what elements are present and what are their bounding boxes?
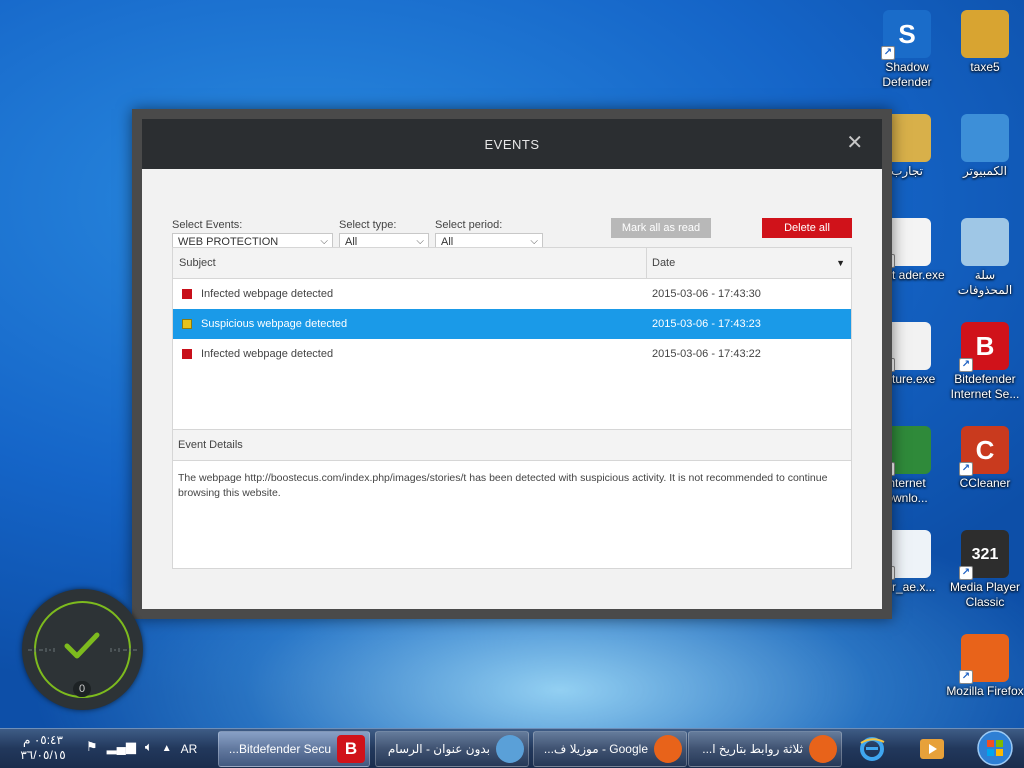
taskbar-button[interactable]: بدون عنوان - الرسام (375, 731, 529, 767)
network-signal-icon[interactable]: ▂▄▆ (107, 739, 136, 759)
desktop-icon-label: taxe5 (970, 60, 1000, 74)
start-button[interactable] (975, 729, 1015, 767)
taskbar-button[interactable]: ثلاثة روابط بتاريخ ا... (688, 731, 842, 767)
taskbar-clock[interactable]: ٠٥:٤٣ م ٣٦/٠٥/١٥ (8, 733, 78, 763)
chevron-down-icon: ⌵ (320, 236, 328, 247)
events-dialog: EVENTS ✕ Select Events: WEB PROTECTION ⌵… (142, 119, 882, 609)
desktop-icon-label: Shadow Defender (882, 60, 932, 89)
table-header: Subject Date ▼ (173, 248, 851, 279)
paint-icon (496, 735, 524, 763)
input-language-indicator[interactable]: AR (181, 739, 198, 759)
table-body: Infected webpage detected 2015-03-06 - 17… (173, 279, 851, 369)
shortcut-arrow-icon: ↗ (959, 566, 973, 580)
desktop-icon-label: الكمبيوتر (963, 164, 1007, 178)
desktop-icon-computer[interactable]: الكمبيوتر (946, 114, 1024, 179)
desktop-icon-bitdefender[interactable]: B ↗ Bitdefender Internet Se... (946, 322, 1024, 402)
severity-indicator (182, 289, 192, 299)
shortcut-arrow-icon: ↗ (959, 462, 973, 476)
event-details-header: Event Details (173, 430, 851, 461)
desktop-icon-label: Bitdefender Internet Se... (950, 372, 1020, 401)
action-center-flag-icon[interactable]: ⚑ (86, 739, 98, 759)
row-date: 2015-03-06 - 17:43:23 (652, 318, 761, 330)
checkmark-icon (64, 632, 100, 659)
desktop-icon-ccleaner[interactable]: C ↗ CCleaner (946, 426, 1024, 491)
shortcut-arrow-icon: ↗ (959, 358, 973, 372)
folder-icon (961, 10, 1009, 58)
firefox-icon (809, 735, 837, 763)
firefox-icon: ↗ (959, 634, 1009, 684)
row-subject: Suspicious webpage detected (201, 318, 348, 330)
desktop-icon-label: Media Player Classic (949, 580, 1021, 609)
tray-expand-icon[interactable]: ▲ (162, 739, 172, 759)
table-row[interactable]: Infected webpage detected 2015-03-06 - 17… (173, 279, 851, 309)
events-table: Subject Date ▼ Infected webpage detected… (172, 247, 852, 430)
event-details-panel: Event Details The webpage http://boostec… (172, 430, 852, 569)
desktop-icon-recycle[interactable]: سلة المحذوفات (946, 218, 1024, 298)
taskbar-button[interactable]: Google - موزيلا ف... (533, 731, 687, 767)
bitdefender-taskbar-icon: B (337, 735, 365, 763)
events-filter-label: Select Events: (172, 219, 243, 231)
severity-indicator (182, 319, 192, 329)
recycle-bin-icon (961, 218, 1009, 266)
dialog-title: EVENTS (484, 136, 540, 152)
clock-time: ٠٥:٤٣ م (23, 733, 63, 747)
shortcut-arrow-icon: ↗ (959, 670, 973, 684)
dialog-header: EVENTS ✕ (142, 119, 882, 169)
mark-all-read-button[interactable]: Mark all as read (611, 218, 711, 238)
volume-icon[interactable]: 🔈︎ (145, 739, 153, 759)
desktop-icon-shadow-defender[interactable]: S ↗ Shadow Defender (868, 10, 946, 90)
column-header-date-label: Date (652, 257, 676, 269)
desktop-icon-mpc[interactable]: 321 ↗ Media Player Classic (946, 530, 1024, 610)
computer-icon (961, 114, 1009, 162)
severity-indicator (182, 349, 192, 359)
row-subject: Infected webpage detected (201, 288, 334, 300)
taskbar-button-title: Bitdefender Secu... (228, 742, 331, 756)
taskbar-button-title: Google - موزيلا ف... (543, 742, 648, 756)
filters-bar: Select Events: WEB PROTECTION ⌵ Select t… (172, 219, 852, 252)
delete-all-button[interactable]: Delete all (762, 218, 852, 238)
table-row[interactable]: Infected webpage detected 2015-03-06 - 17… (173, 339, 851, 369)
taskbar-button-title: بدون عنوان - الرسام (387, 742, 490, 756)
security-status-widget[interactable]: 0 (22, 589, 143, 710)
media-player-pin-icon[interactable] (912, 732, 952, 766)
desktop-icon-firefox[interactable]: ↗ Mozilla Firefox (946, 634, 1024, 699)
table-row[interactable]: Suspicious webpage detected 2015-03-06 - … (173, 309, 851, 339)
taskbar: ٠٥:٤٣ م ٣٦/٠٥/١٥ ⚑ ▂▄▆ 🔈︎ ▲ AR Bitdefend… (0, 728, 1024, 768)
ccleaner-icon: C ↗ (959, 426, 1009, 476)
firefox-icon (654, 735, 682, 763)
desktop-icon-label: سلة المحذوفات (957, 268, 1013, 297)
desktop-icon-taxe5[interactable]: taxe5 (946, 10, 1024, 75)
row-date: 2015-03-06 - 17:43:22 (652, 348, 761, 360)
sort-down-icon[interactable]: ▼ (836, 258, 845, 268)
row-date: 2015-03-06 - 17:43:30 (652, 288, 761, 300)
chevron-down-icon: ⌵ (530, 236, 538, 247)
shadow-defender-icon: S ↗ (881, 10, 931, 60)
type-filter-label: Select type: (339, 219, 397, 231)
taskbar-button-title: ثلاثة روابط بتاريخ ا... (702, 742, 803, 756)
period-filter-label: Select period: (435, 219, 503, 231)
shortcut-arrow-icon: ↗ (881, 46, 895, 60)
column-header-subject[interactable]: Subject (173, 248, 647, 278)
desktop-icon-label: Mozilla Firefox (946, 684, 1024, 698)
media-player-icon: 321 ↗ (959, 530, 1009, 580)
bitdefender-icon: B ↗ (959, 322, 1009, 372)
taskbar-button[interactable]: Bitdefender Secu... B (218, 731, 370, 767)
events-dialog-frame: EVENTS ✕ Select Events: WEB PROTECTION ⌵… (132, 109, 892, 619)
row-subject: Infected webpage detected (201, 348, 334, 360)
internet-explorer-icon[interactable] (852, 732, 892, 766)
column-header-date[interactable]: Date ▼ (647, 248, 851, 278)
event-details-text: The webpage http://boostecus.com/index.p… (178, 472, 828, 499)
close-icon[interactable]: ✕ (846, 133, 864, 153)
desktop-icon-label: CCleaner (959, 476, 1011, 490)
notification-count-badge: 0 (73, 681, 91, 697)
system-tray: ⚑ ▂▄▆ 🔈︎ ▲ AR (86, 739, 197, 759)
clock-date: ٣٦/٠٥/١٥ (20, 748, 66, 762)
chevron-down-icon: ⌵ (416, 236, 424, 247)
